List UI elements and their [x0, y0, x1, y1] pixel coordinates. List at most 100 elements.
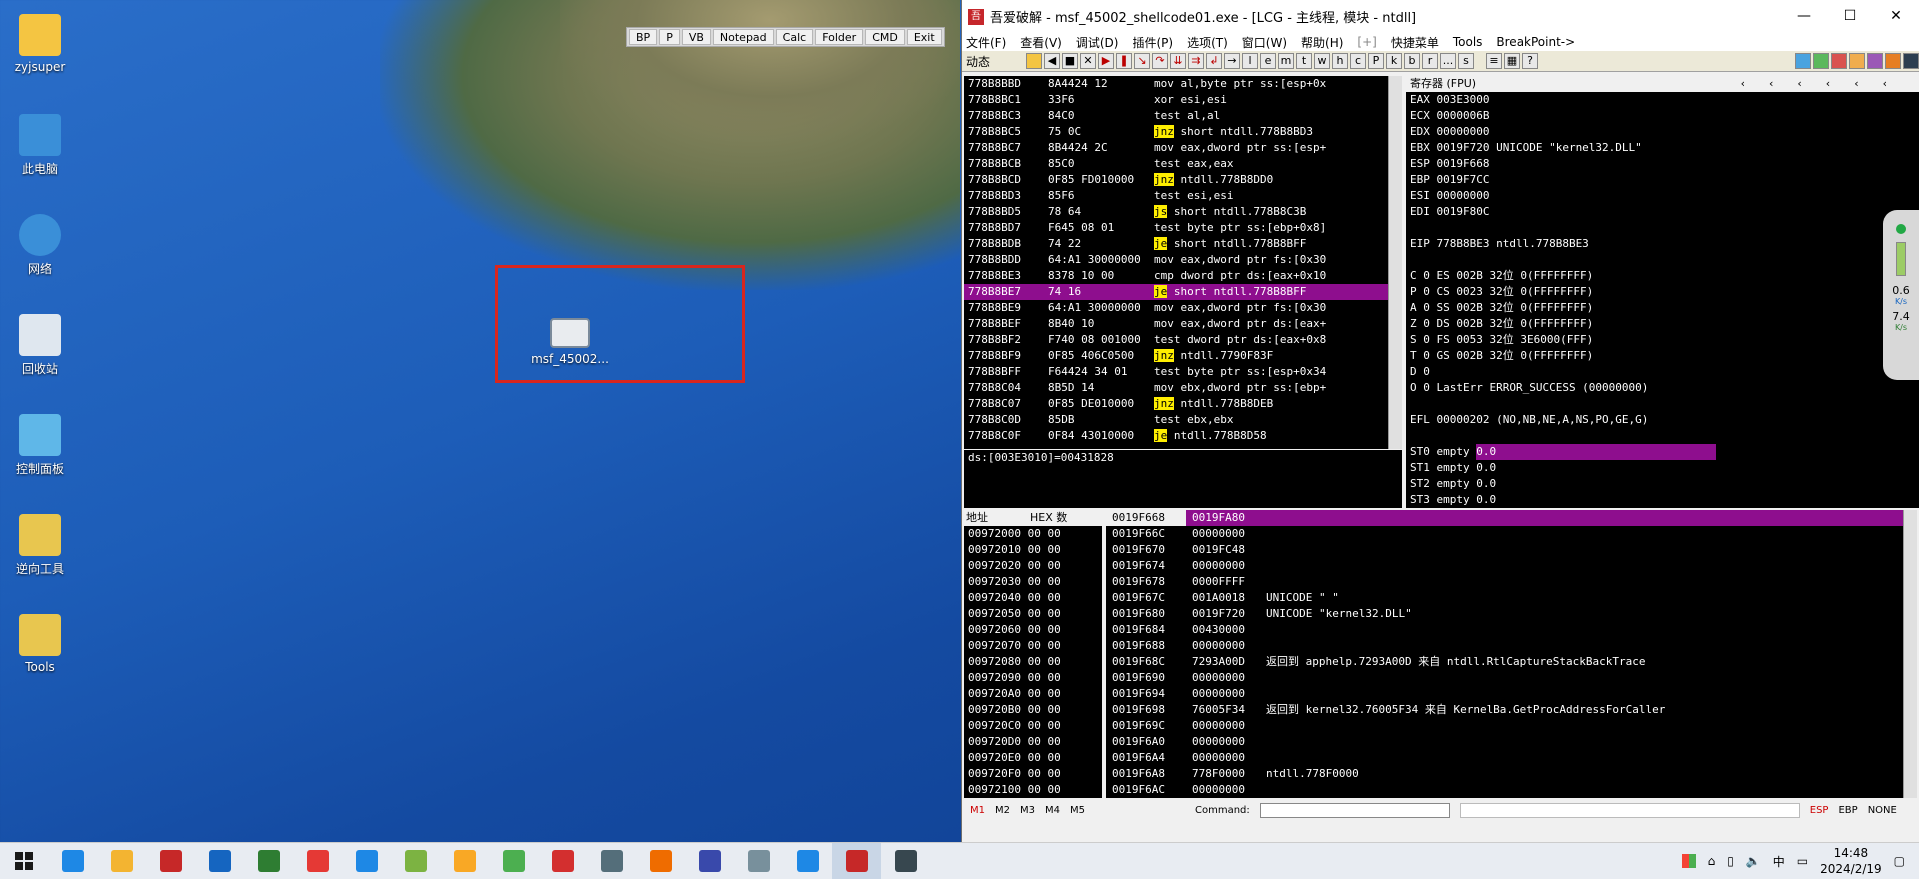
- clock[interactable]: 14:48 2024/2/19: [1820, 845, 1882, 877]
- rewind-icon[interactable]: ◀: [1044, 53, 1060, 69]
- pause-icon[interactable]: ❚: [1116, 53, 1132, 69]
- desktop-icon-this-pc[interactable]: 此电脑: [0, 114, 80, 177]
- stack-row[interactable]: 0019F674 00000000: [1106, 558, 1917, 574]
- disassembly-scrollbar[interactable]: [1388, 76, 1402, 449]
- desktop-icon-network[interactable]: 网络: [0, 214, 80, 277]
- dump-row[interactable]: 009720F0 00 00: [968, 766, 1102, 782]
- taskbar-app-button[interactable]: [832, 842, 881, 879]
- grid-icon[interactable]: ▦: [1504, 53, 1520, 69]
- desktop-icon-tools[interactable]: Tools: [0, 614, 80, 674]
- menu-shortcuts[interactable]: 快捷菜单: [1391, 34, 1439, 51]
- taskbar-app-button[interactable]: [48, 843, 97, 879]
- p-button[interactable]: P: [659, 29, 680, 45]
- disasm-row[interactable]: 778B8C07 0F85 DE010000 jnz ntdll.778B8DEB: [964, 396, 1402, 412]
- tray-app-icon[interactable]: [1681, 854, 1696, 868]
- taskbar-app-button[interactable]: [881, 843, 930, 879]
- disasm-row[interactable]: 778B8BD7 F645 08 01 test byte ptr ss:[ebp+…: [964, 220, 1402, 236]
- tool-b[interactable]: b: [1404, 53, 1420, 69]
- stack-row[interactable]: 0019F6AC 00000000: [1106, 782, 1917, 798]
- taskbar-app-button[interactable]: [195, 843, 244, 879]
- dump-row[interactable]: 009720B0 00 00: [968, 702, 1102, 718]
- goto-icon[interactable]: →: [1224, 53, 1240, 69]
- menu-help[interactable]: 帮助(H): [1301, 34, 1343, 51]
- disasm-row[interactable]: 778B8BC3 84C0 test al,al: [964, 108, 1402, 124]
- desktop-icon-recycle-bin[interactable]: 回收站: [0, 314, 80, 377]
- stack-row[interactable]: 0019F678 0000FFFF: [1106, 574, 1917, 590]
- tool-c[interactable]: c: [1350, 53, 1366, 69]
- exit-button[interactable]: Exit: [906, 29, 942, 45]
- desktop-icon-msf-exe[interactable]: msf_45002...: [530, 318, 610, 366]
- taskbar-app-button[interactable]: [146, 843, 195, 879]
- step-into-icon[interactable]: ↘: [1134, 53, 1150, 69]
- taskbar-app-button[interactable]: [734, 843, 783, 879]
- battery-icon[interactable]: ▯: [1727, 854, 1734, 868]
- menu-debug[interactable]: 调试(D): [1076, 34, 1119, 51]
- disasm-row[interactable]: 778B8C0D 85DB test ebx,ebx: [964, 412, 1402, 428]
- disasm-row[interactable]: 778B8BF2 F740 08 001000 test dword ptr ds:…: [964, 332, 1402, 348]
- cmd-button[interactable]: CMD: [865, 29, 905, 45]
- tool-w[interactable]: w: [1314, 53, 1330, 69]
- registers-pane[interactable]: 寄存器 (FPU) ‹‹‹‹‹‹ EAX 003E3000 ECX 0000006…: [1406, 76, 1919, 508]
- disassembly-pane[interactable]: 778B8BBD 8A4424 12 mov al,byte ptr ss:[esp…: [964, 76, 1402, 449]
- dump-row[interactable]: 009720A0 00 00: [968, 686, 1102, 702]
- tool-k[interactable]: k: [1386, 53, 1402, 69]
- tab-m4[interactable]: M4: [1045, 805, 1060, 816]
- tool-t[interactable]: t: [1296, 53, 1312, 69]
- dump-row[interactable]: 009720C0 00 00: [968, 718, 1102, 734]
- taskbar-app-button[interactable]: [783, 843, 832, 879]
- network-tray-icon[interactable]: ⌂: [1708, 854, 1716, 868]
- disasm-row[interactable]: 778B8BBD 8A4424 12 mov al,byte ptr ss:[esp…: [964, 76, 1402, 92]
- stack-row[interactable]: 0019F684 00430000: [1106, 622, 1917, 638]
- dump-row[interactable]: 009720D0 00 00: [968, 734, 1102, 750]
- tool-s[interactable]: s: [1458, 53, 1474, 69]
- keyboard-icon[interactable]: ▭: [1797, 854, 1808, 868]
- stack-row[interactable]: 0019F68C 7293A00D 返回到 apphelp.7293A00D 来自 …: [1106, 654, 1917, 670]
- dump-row[interactable]: 00972040 00 00: [968, 590, 1102, 606]
- trace-over-icon[interactable]: ⇉: [1188, 53, 1204, 69]
- minimize-button[interactable]: —: [1781, 0, 1827, 33]
- tool-h[interactable]: h: [1332, 53, 1348, 69]
- stack-row[interactable]: 0019F680 0019F720 UNICODE "kernel32.DLL": [1106, 606, 1917, 622]
- run-icon[interactable]: ▶: [1098, 53, 1114, 69]
- disasm-row[interactable]: 778B8BD5 78 64 js short ntdll.778B8C3B: [964, 204, 1402, 220]
- execute-till-return-icon[interactable]: ↲: [1206, 53, 1222, 69]
- stack-scrollbar[interactable]: [1903, 510, 1917, 798]
- menu-view[interactable]: 查看(V): [1020, 34, 1062, 51]
- stack-row[interactable]: 0019F694 00000000: [1106, 686, 1917, 702]
- plugin-icon-7[interactable]: [1903, 53, 1919, 69]
- tab-m2[interactable]: M2: [995, 805, 1010, 816]
- disasm-row[interactable]: 778B8BE9 64:A1 30000000 mov eax,dword ptr …: [964, 300, 1402, 316]
- plugin-icon-3[interactable]: [1831, 53, 1847, 69]
- taskbar-app-button[interactable]: [587, 843, 636, 879]
- tab-m3[interactable]: M3: [1020, 805, 1035, 816]
- stack-row[interactable]: 0019F690 00000000: [1106, 670, 1917, 686]
- dump-row[interactable]: 00972090 00 00: [968, 670, 1102, 686]
- dump-row[interactable]: 00972020 00 00: [968, 558, 1102, 574]
- dump-row[interactable]: 00972000 00 00: [968, 526, 1102, 542]
- bp-button[interactable]: BP: [629, 29, 658, 45]
- taskbar-app-button[interactable]: [538, 843, 587, 879]
- menu-window[interactable]: 窗口(W): [1242, 34, 1287, 51]
- maximize-button[interactable]: ☐: [1827, 0, 1873, 33]
- arrows-icon[interactable]: ‹‹‹‹‹‹: [1741, 76, 1919, 92]
- plugin-icon-4[interactable]: [1849, 53, 1865, 69]
- dump-row[interactable]: 00972060 00 00: [968, 622, 1102, 638]
- taskbar-app-button[interactable]: [97, 843, 146, 879]
- dump-row[interactable]: 00972030 00 00: [968, 574, 1102, 590]
- tool-m[interactable]: m: [1278, 53, 1294, 69]
- menu-file[interactable]: 文件(F): [966, 34, 1006, 51]
- start-button[interactable]: [0, 843, 48, 879]
- calc-button[interactable]: Calc: [775, 29, 814, 45]
- tab-m5[interactable]: M5: [1070, 805, 1085, 816]
- taskbar-app-button[interactable]: [391, 843, 440, 879]
- open-icon[interactable]: [1026, 53, 1042, 69]
- help-icon[interactable]: ?: [1522, 53, 1538, 69]
- dump-row[interactable]: 00972070 00 00: [968, 638, 1102, 654]
- disasm-row[interactable]: 778B8BF9 0F85 406C0500 jnz ntdll.7790F83F: [964, 348, 1402, 364]
- disasm-row[interactable]: 778B8BD3 85F6 test esi,esi: [964, 188, 1402, 204]
- desktop-icon-control-panel[interactable]: 控制面板: [0, 414, 80, 477]
- dump-row[interactable]: 00972080 00 00: [968, 654, 1102, 670]
- stack-row[interactable]: 0019F69C 00000000: [1106, 718, 1917, 734]
- tool-e[interactable]: e: [1260, 53, 1276, 69]
- tool-r[interactable]: r: [1422, 53, 1438, 69]
